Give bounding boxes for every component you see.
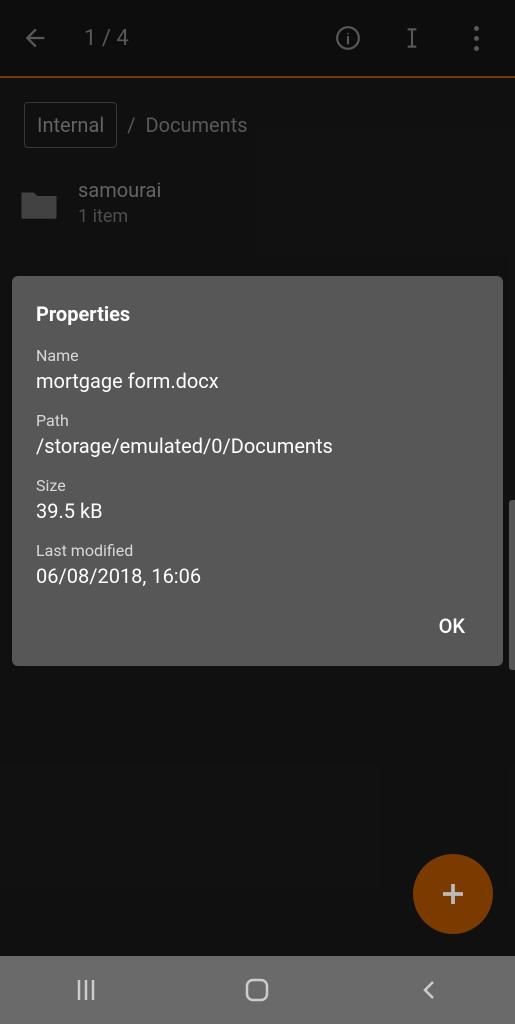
nav-home[interactable] bbox=[227, 970, 287, 1010]
prop-size-label: Size bbox=[36, 476, 479, 495]
prop-size-value: 39.5 kB bbox=[36, 499, 479, 523]
prop-name: Name mortgage form.docx bbox=[36, 346, 479, 393]
prop-path-label: Path bbox=[36, 411, 479, 430]
nav-recents[interactable] bbox=[56, 970, 116, 1010]
prop-name-value: mortgage form.docx bbox=[36, 369, 479, 393]
prop-modified-value: 06/08/2018, 16:06 bbox=[36, 564, 479, 588]
prop-size: Size 39.5 kB bbox=[36, 476, 479, 523]
prop-path: Path /storage/emulated/0/Documents bbox=[36, 411, 479, 458]
nav-back[interactable] bbox=[399, 970, 459, 1010]
recents-icon bbox=[73, 978, 99, 1002]
fab-add[interactable] bbox=[413, 854, 493, 934]
prop-modified: Last modified 06/08/2018, 16:06 bbox=[36, 541, 479, 588]
home-icon bbox=[243, 976, 271, 1004]
system-navbar bbox=[0, 956, 515, 1024]
back-icon bbox=[417, 978, 441, 1002]
dialog-actions: OK bbox=[36, 606, 479, 646]
prop-name-label: Name bbox=[36, 346, 479, 365]
prop-path-value: /storage/emulated/0/Documents bbox=[36, 434, 479, 458]
plus-icon bbox=[438, 879, 468, 909]
dialog-title: Properties bbox=[36, 302, 479, 326]
ok-button[interactable]: OK bbox=[425, 606, 479, 646]
prop-modified-label: Last modified bbox=[36, 541, 479, 560]
scrollbar[interactable] bbox=[509, 500, 515, 670]
properties-dialog: Properties Name mortgage form.docx Path … bbox=[12, 276, 503, 666]
